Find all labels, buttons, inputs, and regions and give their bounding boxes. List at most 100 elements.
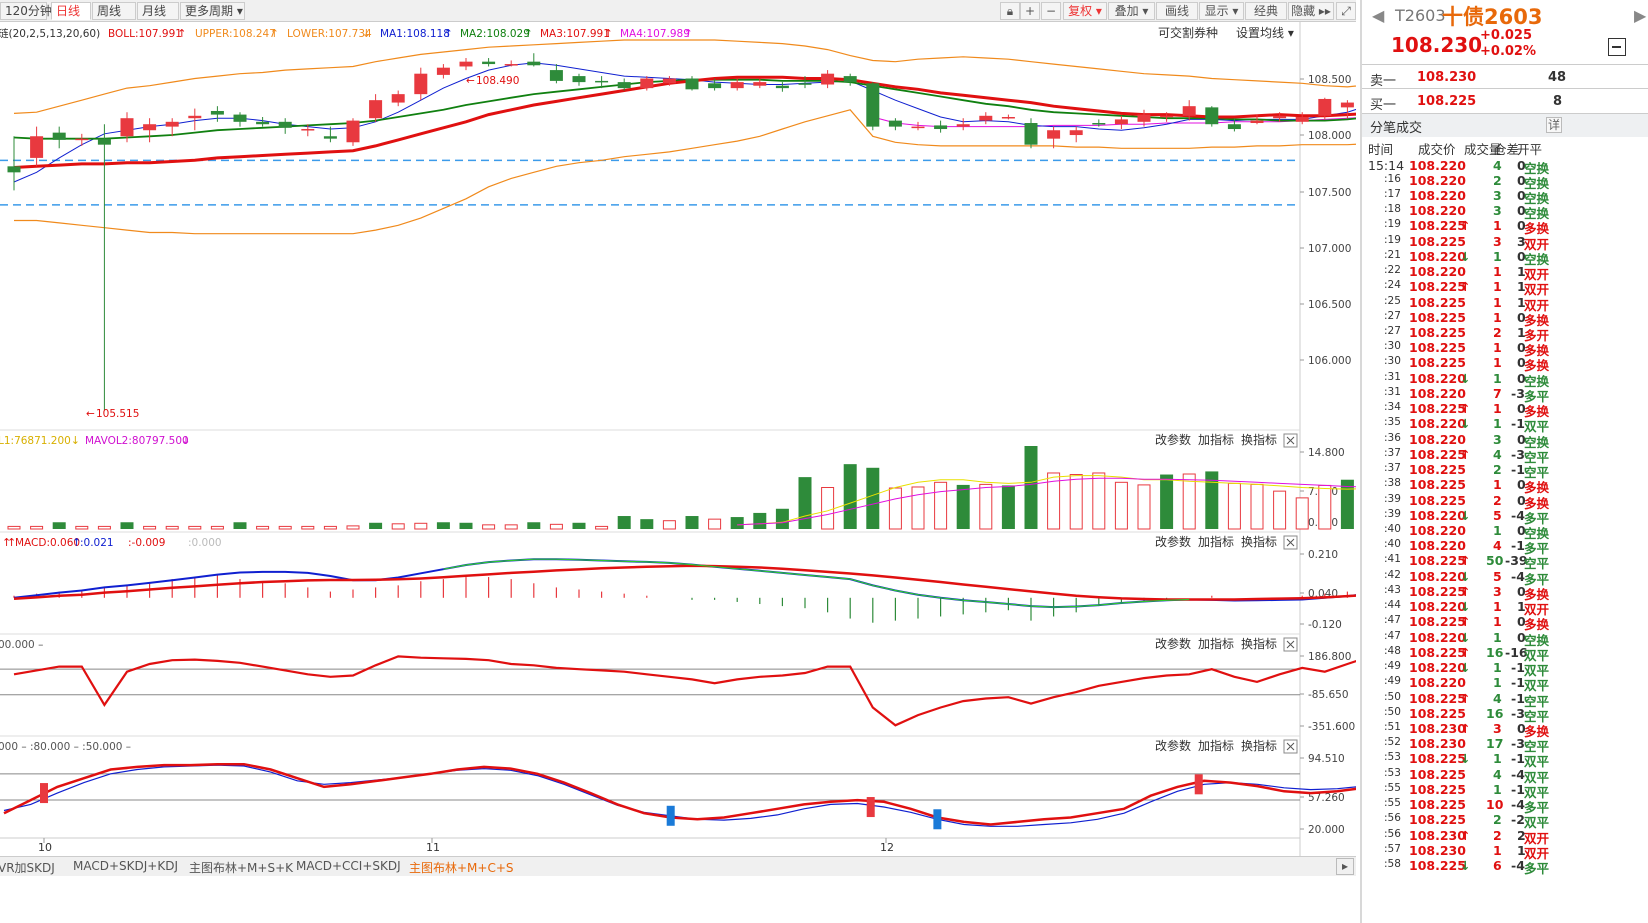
trade-time: :51 [1384,721,1401,733]
candle-body [414,73,428,95]
trade-volume: 1 [1493,355,1502,371]
trade-volume: 1 [1493,523,1502,539]
indicator-template-0[interactable]: VR加SKDJ [0,859,55,876]
trade-row: :21 108.220 ↓ 1 0 空换 [1362,248,1562,267]
trade-price: 108.220 [1409,248,1466,264]
trade-time: :47 [1384,614,1401,627]
trade-price: 108.225 [1409,781,1466,797]
trade-price: 108.225 [1409,492,1466,508]
lock-icon[interactable]: 🔒︎ [1000,2,1020,20]
trade-volume: 1 [1493,218,1502,234]
period-tab-3[interactable]: 月线 [137,2,179,20]
volume-bar [233,522,247,529]
trade-row: :30 108.225 1 0 多换 [1362,340,1562,358]
trade-price: 108.225 [1409,325,1466,341]
candle [346,118,360,146]
down-arrow-icon: ↓ [1460,660,1471,676]
candle-body [685,78,699,90]
toolbar-btn-0[interactable]: 复权 ▾ [1063,2,1107,20]
period-tab-4[interactable]: 更多周期 ▾ [180,2,245,20]
trade-row: :31 108.220 ↓ 1 0 空换 [1362,371,1562,389]
up-arrow-icon: ↑ [1460,218,1471,234]
period-tab-1[interactable]: 日线 [51,2,91,20]
volume-bar [821,487,835,530]
trade-time: :19 [1384,218,1401,231]
indicator-template-4[interactable]: 主图布林+M+C+S [409,859,514,876]
trade-price: 108.220 [1409,675,1466,691]
detail-button[interactable]: 详 [1546,117,1562,133]
trade-time: :39 [1384,507,1401,520]
trade-row: :34 108.225 ↑ 1 0 多换 [1362,401,1562,419]
trade-volume: 1 [1493,660,1502,676]
candle-body [30,136,44,158]
trade-price: 108.230 [1409,721,1466,736]
trade-price: 108.220 [1409,660,1466,676]
candle-body [617,82,631,89]
trade-oi-change: -3 [1511,705,1525,721]
candle-body [708,83,722,89]
up-arrow-icon: ↑ [1460,690,1471,706]
zoom-in-icon[interactable]: + [1020,2,1040,20]
y-tick-label: -85.650 [1308,689,1349,701]
trade-time: :36 [1384,431,1401,444]
indicator-template-2[interactable]: 主图布林+M+S+K [189,859,293,876]
indicator-template-1[interactable]: MACD+SKDJ+KDJ [73,859,178,873]
legend-item: BOLL:107.991 [108,28,182,40]
period-tab-2[interactable]: 周线 [92,2,136,20]
kdj-signal-marker [1194,774,1203,795]
up-arrow-icon: ↑ [1460,401,1471,417]
trade-row: :49 108.220 ↓ 1 -1 双平 [1362,660,1562,678]
candle [1295,112,1309,125]
contract-name: 十债2603 [1442,5,1543,29]
trade-row: :50 108.225 16 -3 空平 [1362,705,1562,724]
toolbar-btn-1[interactable]: 叠加 ▾ [1108,2,1155,20]
trade-time: :22 [1384,264,1401,277]
trade-row: :55 108.225 10 -4 多平 [1362,797,1562,815]
volume-bar [1069,474,1083,530]
up-arrow-icon: ↑ [1460,644,1471,660]
y-tick-label: 94.510 [1308,753,1345,765]
candle-body [278,121,292,128]
indicator-template-3[interactable]: MACD+CCI+SKDJ [296,859,401,873]
divider [1362,64,1648,65]
trade-volume: 4 [1493,538,1502,554]
trade-row: :47 108.220 ↓ 1 0 空换 [1362,630,1562,648]
trade-row: :24 108.225 ↑ 1 1 双开 [1362,279,1562,297]
trade-volume: 2 [1493,325,1502,341]
add-indicator-button: 加指标 [1198,636,1234,651]
volume-bar [549,523,563,530]
volume-bar [436,522,450,529]
candle-body [301,129,315,131]
trade-row: :48 108.225 ↑ 16 -16 双平 [1362,644,1562,663]
volume-bar [1273,490,1287,530]
trade-oi-change: -3 [1511,446,1525,462]
series-line-dea [13,564,1356,601]
next-contract-icon[interactable]: ▶ [1634,6,1646,25]
trade-row: :41 108.225 ↑ 50 -39 空平 [1362,553,1562,571]
period-tab-0[interactable]: 120分钟 [0,2,52,20]
prev-contract-icon[interactable]: ◀ [1372,6,1384,25]
volume-bar [911,486,925,530]
volume-bar [1227,482,1241,530]
volume-bar [775,508,789,529]
trade-volume: 3 [1493,431,1502,447]
candle-body [1205,107,1219,125]
trade-time: :40 [1384,538,1401,551]
scroll-right-icon[interactable]: ▸ [1336,858,1354,875]
volume-bar [753,512,767,529]
trade-volume: 17 [1486,736,1504,752]
legend-item: LOWER:107.734 [287,28,372,40]
toolbar-btn-4[interactable]: 经典 [1245,2,1287,20]
y-tick-label: 107.000 [1308,243,1351,255]
zoom-out-icon[interactable]: − [1041,2,1061,20]
legend-item: MA3:107.991 [540,28,610,40]
toolbar-btn-5[interactable]: 隐藏 ▸▸ [1288,2,1334,20]
volume-bar [527,522,541,529]
expand-icon[interactable]: ⤢ [1336,2,1356,20]
volume-bar [120,522,134,529]
trade-time: :39 [1384,492,1401,505]
toolbar-btn-3[interactable]: 显示 ▾ [1199,2,1244,20]
minimize-icon[interactable] [1608,38,1626,56]
trade-time: 15:14 [1368,157,1405,173]
toolbar-btn-2[interactable]: 画线 [1156,2,1198,20]
